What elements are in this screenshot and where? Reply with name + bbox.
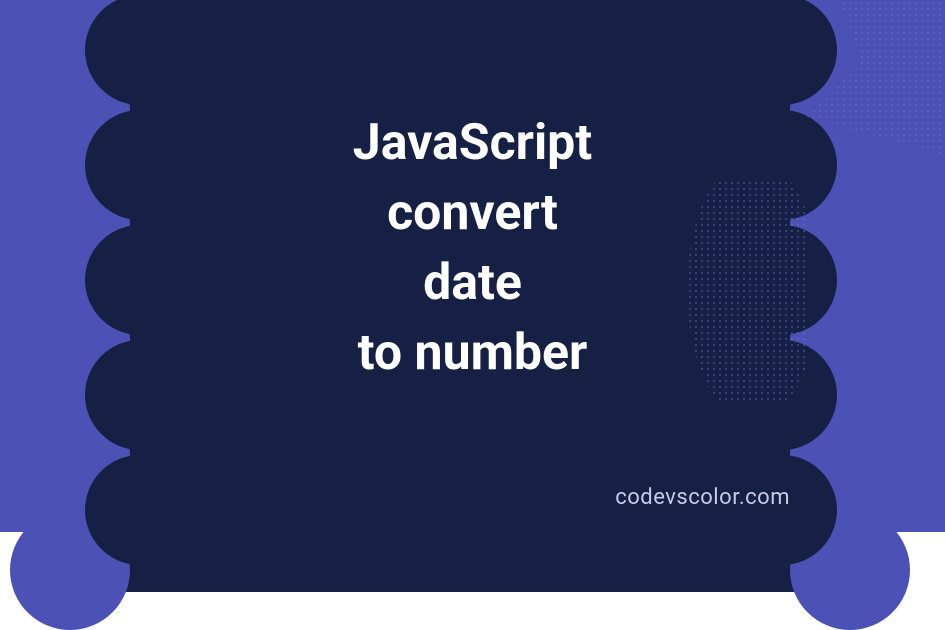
thumbnail-canvas: JavaScript convert date to number codevs…	[0, 0, 945, 532]
wave-edge	[85, 0, 195, 105]
headline-line: to number	[0, 318, 945, 388]
headline-line: JavaScript	[0, 108, 945, 178]
wave-edge	[727, 455, 837, 565]
wave-edge	[727, 0, 837, 105]
headline-line: convert	[0, 178, 945, 248]
headline: JavaScript convert date to number	[0, 108, 945, 388]
wave-edge	[85, 455, 195, 565]
headline-line: date	[0, 248, 945, 318]
site-credit: codevscolor.com	[615, 485, 790, 510]
